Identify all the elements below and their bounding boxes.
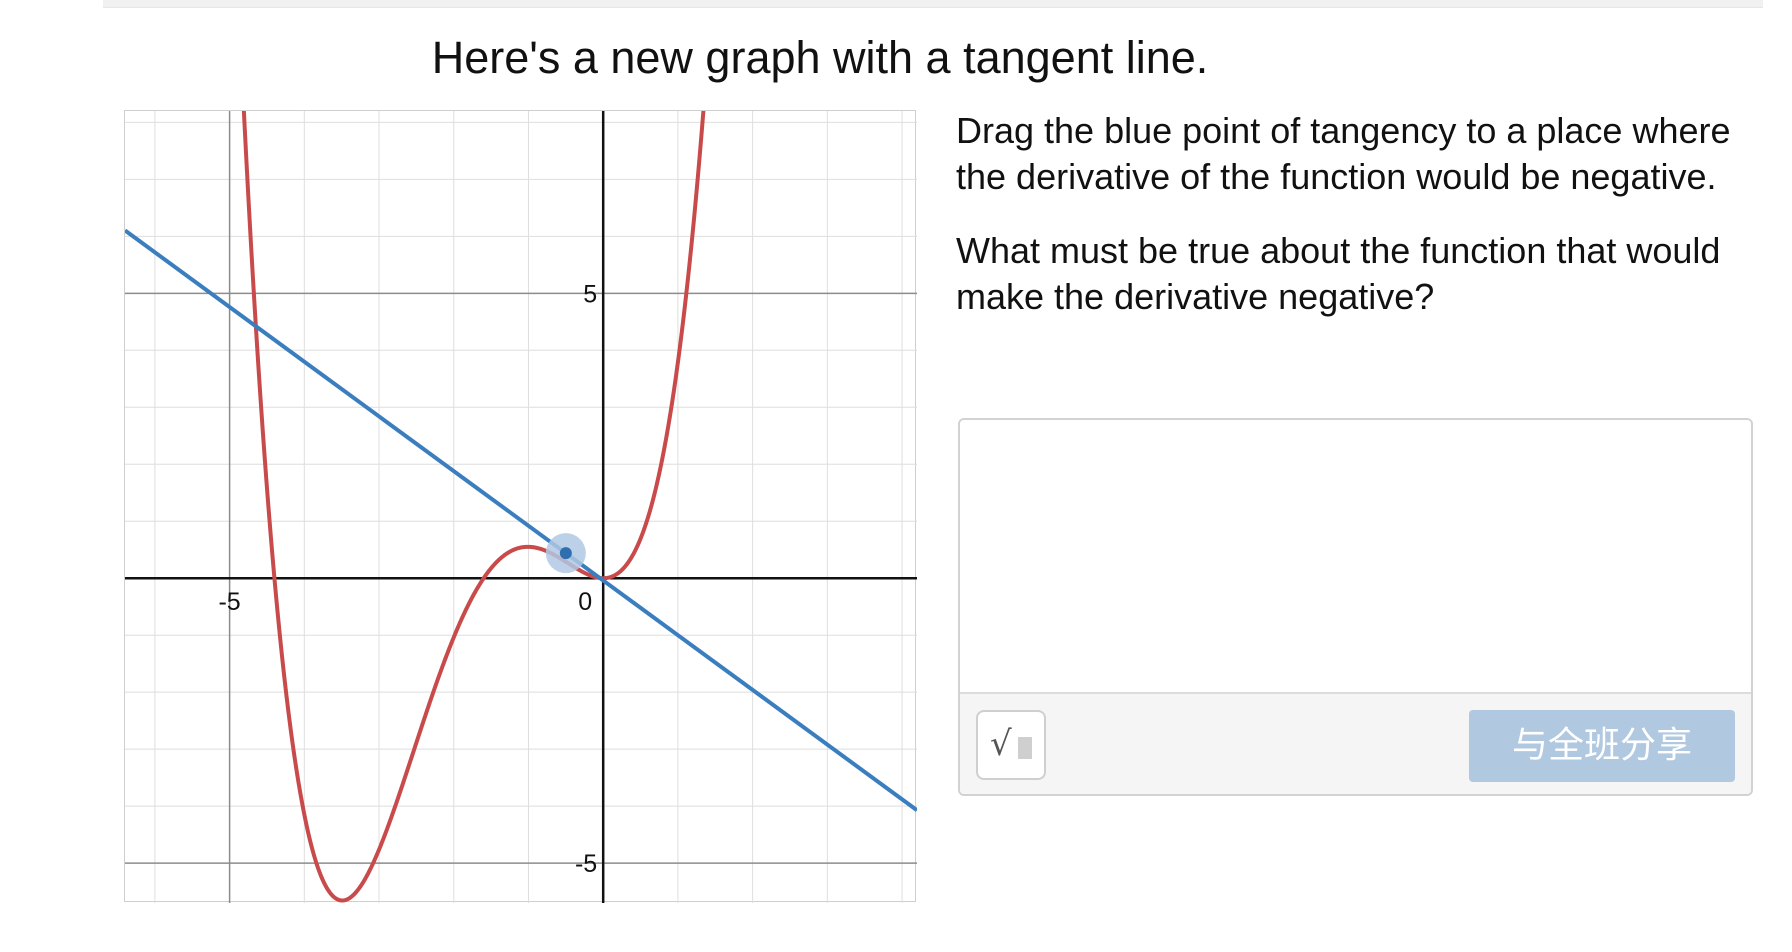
sqrt-icon: √ bbox=[990, 724, 1012, 764]
response-panel: √ 与全班分享 bbox=[958, 418, 1753, 796]
tangent-point[interactable] bbox=[559, 547, 572, 560]
y-tick-label-5: 5 bbox=[583, 280, 597, 308]
function-curve bbox=[241, 111, 706, 903]
graph-canvas[interactable]: -5 0 5 -5 bbox=[125, 111, 917, 903]
grid-minor-lines bbox=[125, 111, 917, 903]
page-title: Here's a new graph with a tangent line. bbox=[431, 32, 1209, 83]
top-divider bbox=[103, 0, 1763, 8]
response-input[interactable] bbox=[960, 420, 1751, 692]
graph-panel[interactable]: -5 0 5 -5 bbox=[124, 110, 917, 903]
x-tick-label-neg5: -5 bbox=[218, 588, 240, 616]
instruction-text: Drag the blue point of tangency to a pla… bbox=[956, 110, 1731, 197]
sqrt-placeholder-box bbox=[1018, 737, 1032, 759]
tangent-line bbox=[125, 228, 917, 812]
math-input-button[interactable]: √ bbox=[976, 710, 1046, 780]
prompt-text: Drag the blue point of tangency to a pla… bbox=[956, 108, 1736, 348]
share-with-class-button[interactable]: 与全班分享 bbox=[1469, 710, 1735, 782]
grid-major-lines bbox=[125, 111, 917, 903]
response-toolbar: √ 与全班分享 bbox=[960, 692, 1751, 794]
question-text: What must be true about the function tha… bbox=[956, 230, 1721, 317]
y-tick-label-neg5: -5 bbox=[575, 850, 597, 878]
x-tick-label-zero: 0 bbox=[578, 588, 592, 616]
